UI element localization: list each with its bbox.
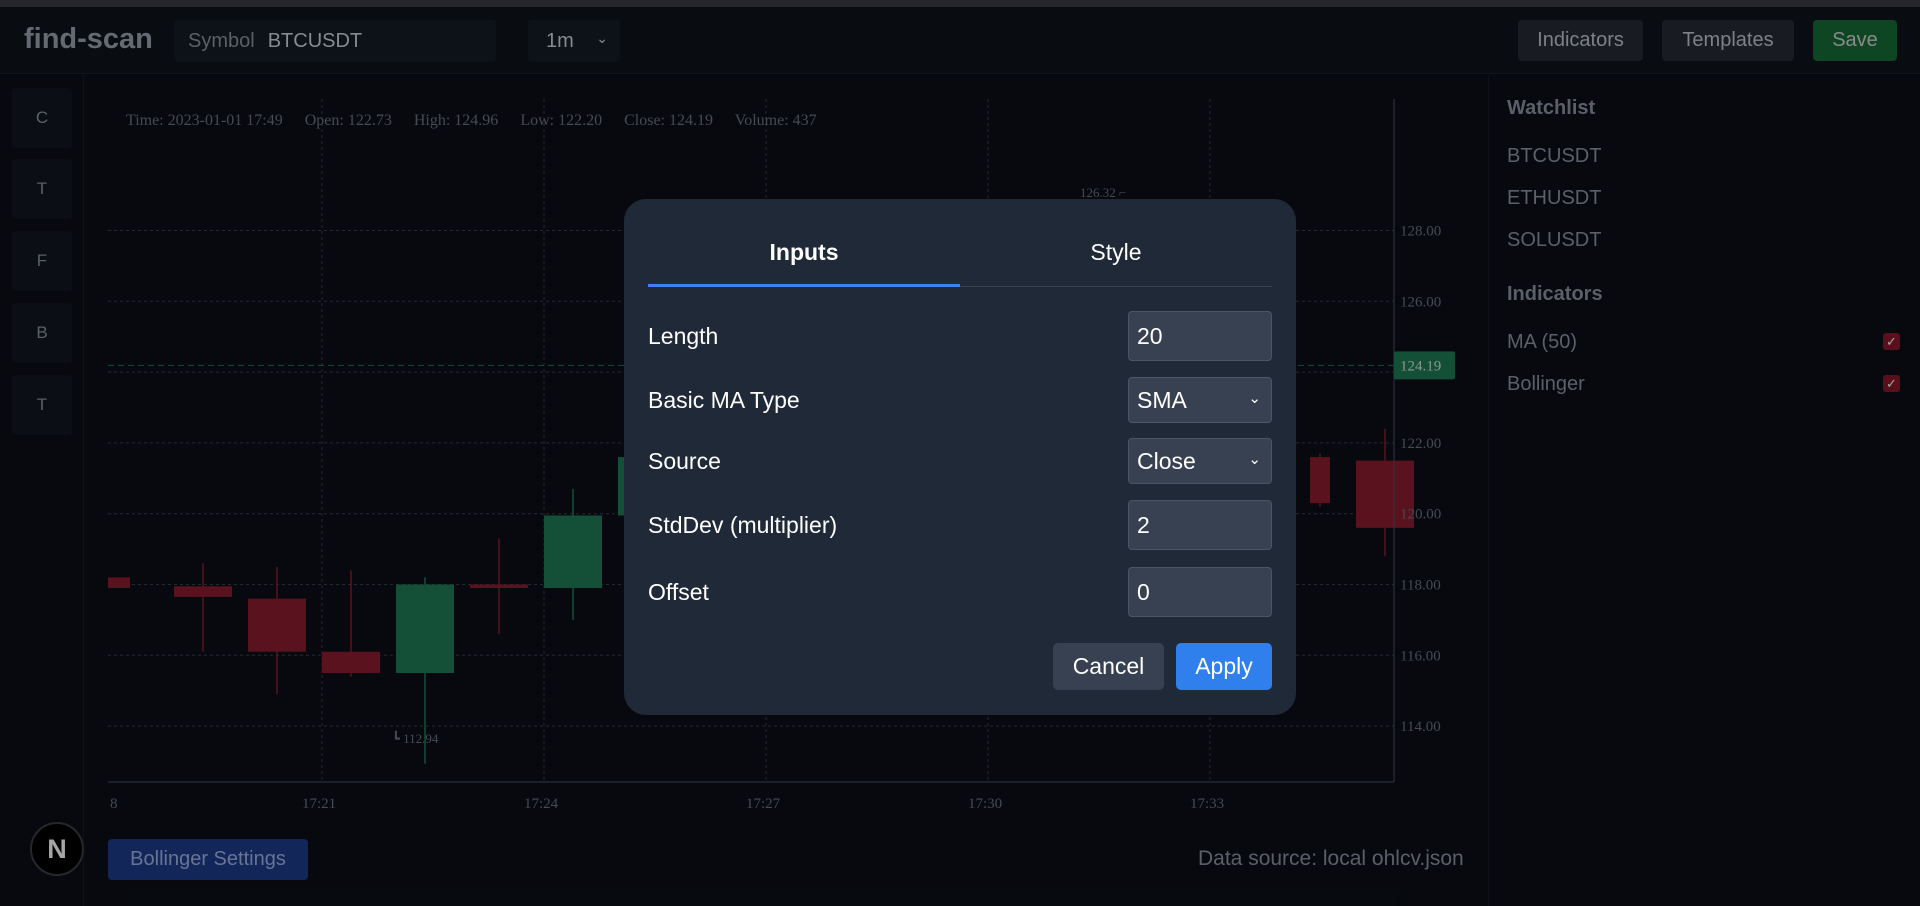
apply-button[interactable]: Apply (1176, 643, 1272, 690)
bollinger-settings-dialog: Inputs Style Length Basic MA Type SMA ⌄ … (624, 199, 1296, 715)
source-value: Close (1137, 447, 1196, 474)
ma-type-value: SMA (1137, 386, 1187, 413)
length-input[interactable] (1128, 311, 1272, 361)
length-label: Length (648, 323, 719, 349)
tab-style[interactable]: Style (960, 239, 1272, 287)
source-label: Source (648, 448, 721, 474)
ma-type-label: Basic MA Type (648, 387, 800, 413)
stddev-label: StdDev (multiplier) (648, 512, 838, 538)
chevron-down-icon: ⌄ (1248, 390, 1261, 407)
source-select[interactable]: Close ⌄ (1128, 438, 1272, 484)
ma-type-select[interactable]: SMA ⌄ (1128, 377, 1272, 423)
cancel-button[interactable]: Cancel (1053, 643, 1164, 690)
offset-input[interactable] (1128, 567, 1272, 617)
chevron-down-icon: ⌄ (1248, 451, 1261, 468)
dialog-tabs: Inputs Style (648, 239, 1272, 287)
offset-label: Offset (648, 579, 709, 605)
tab-inputs[interactable]: Inputs (648, 239, 960, 287)
stddev-input[interactable] (1128, 500, 1272, 550)
